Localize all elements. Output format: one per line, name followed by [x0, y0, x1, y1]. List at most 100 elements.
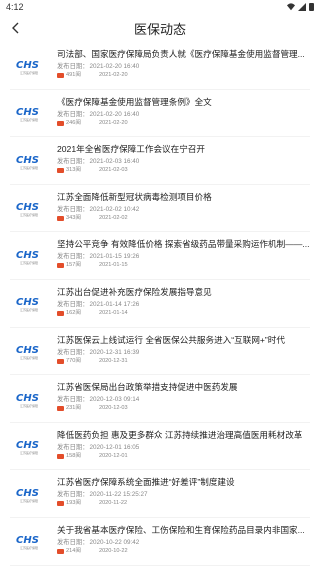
views-icon	[57, 263, 64, 269]
item-title[interactable]: 降低医药负担 惠及更多群众 江苏持续推进治理高值医用耗材改革	[57, 429, 310, 441]
app-header: 医保动态	[0, 14, 320, 42]
list-item[interactable]: CHS 江苏医疗保障 2021年全省医疗保障工作会议在宁召开 发布日期：2021…	[10, 137, 310, 185]
views-suffix: 阅	[75, 452, 81, 459]
views-suffix: 阅	[75, 262, 81, 269]
item-published: 发布日期：2020-10-22 09:42	[57, 538, 310, 547]
svg-text:CHS: CHS	[16, 297, 39, 307]
item-stats: 214 阅 2020-10-22	[57, 547, 310, 556]
thumbnail-caption: 江苏医疗保障	[19, 356, 38, 361]
item-stats: 157 阅 2021-01-15	[57, 261, 310, 270]
svg-text:CHS: CHS	[16, 488, 39, 498]
thumbnail-caption: 江苏医疗保障	[19, 213, 38, 218]
chs-logo-thumbnail: CHS 江苏医疗保障	[10, 286, 48, 322]
item-title[interactable]: 2021年全省医疗保障工作会议在宁召开	[57, 143, 310, 155]
item-title[interactable]: 江苏医保云上线试运行 全省医保公共服务进入“互联网+”时代	[57, 334, 310, 346]
published-datetime: 2021-01-14 17:26	[89, 300, 140, 308]
item-published: 发布日期：2021-02-20 16:40	[57, 110, 310, 119]
views-suffix: 阅	[75, 72, 81, 78]
view-count: 158	[66, 452, 76, 459]
chs-logo-icon: CHS	[16, 393, 39, 403]
item-body: 江苏省医疗保障系统全面推进“好差评”制度建设 发布日期：2020-11-22 1…	[57, 476, 310, 508]
item-body: 江苏全面降低新型冠状病毒检测项目价格 发布日期：2021-02-02 10:42…	[57, 191, 310, 223]
published-label: 发布日期：	[57, 253, 89, 261]
view-count: 246	[66, 119, 76, 126]
item-date: 2020-10-22	[98, 547, 128, 554]
svg-text:CHS: CHS	[16, 202, 39, 212]
item-stats: 231 阅 2020-12-03	[57, 404, 310, 413]
views-suffix: 阅	[75, 309, 81, 316]
thumbnail-caption: 江苏医疗保障	[19, 70, 38, 75]
item-body: 江苏出台促进补充医疗保险发展指导意见 发布日期：2021-01-14 17:26…	[57, 286, 310, 318]
svg-text:CHS: CHS	[16, 250, 39, 260]
news-list: CHS 江苏医疗保障 司法部、国家医疗保障局负责人就《医疗保障基金使用监督管理.…	[0, 42, 320, 566]
item-title[interactable]: 江苏出台促进补充医疗保险发展指导意见	[57, 286, 310, 298]
item-title[interactable]: 江苏全面降低新型冠状病毒检测项目价格	[57, 191, 310, 203]
thumbnail-caption: 江苏医疗保障	[19, 260, 38, 265]
views-suffix: 阅	[75, 547, 81, 554]
svg-text:CHS: CHS	[16, 393, 39, 403]
item-title[interactable]: 关于我省基本医疗保险、工伤保险和生育保险药品目录内非国家...	[57, 524, 310, 536]
views-suffix: 阅	[75, 119, 81, 126]
status-bar: 4:12	[0, 0, 320, 14]
list-item[interactable]: CHS 江苏医疗保障 坚持公平竞争 有效降低价格 探索省级药品带量采购运作机制—…	[10, 232, 310, 280]
chs-logo-icon: CHS	[16, 107, 39, 117]
chs-logo-thumbnail: CHS 江苏医疗保障	[10, 334, 48, 370]
item-date: 2021-02-02	[98, 214, 128, 221]
item-published: 发布日期：2021-02-20 16:40	[57, 62, 310, 71]
item-date: 2021-02-03	[98, 167, 128, 174]
views-suffix: 阅	[75, 500, 81, 507]
item-body: 司法部、国家医疗保障局负责人就《医疗保障基金使用监督管理... 发布日期：202…	[57, 48, 310, 80]
list-item[interactable]: CHS 江苏医疗保障 江苏省医保局出台政策举措支持促进中医药发展 发布日期：20…	[10, 375, 310, 423]
item-body: 江苏省医保局出台政策举措支持促进中医药发展 发布日期：2020-12-03 09…	[57, 381, 310, 413]
list-item[interactable]: CHS 江苏医疗保障 江苏全面降低新型冠状病毒检测项目价格 发布日期：2021-…	[10, 185, 310, 233]
thumbnail-caption: 江苏医疗保障	[19, 118, 38, 123]
item-body: 《医疗保障基金使用监督管理条例》全文 发布日期：2021-02-20 16:40…	[57, 96, 310, 128]
list-item[interactable]: CHS 江苏医疗保障 《医疗保障基金使用监督管理条例》全文 发布日期：2021-…	[10, 90, 310, 138]
item-stats: 193 阅 2020-11-22	[57, 499, 310, 508]
published-datetime: 2021-02-03 16:40	[89, 158, 140, 166]
list-item[interactable]: CHS 江苏医疗保障 江苏出台促进补充医疗保险发展指导意见 发布日期：2021-…	[10, 280, 310, 328]
views-icon	[57, 73, 64, 78]
chevron-left-icon	[12, 22, 19, 34]
thumbnail-caption: 江苏医疗保障	[19, 546, 38, 551]
list-item[interactable]: CHS 江苏医疗保障 司法部、国家医疗保障局负责人就《医疗保障基金使用监督管理.…	[10, 42, 310, 90]
chs-logo-icon: CHS	[16, 155, 39, 165]
published-label: 发布日期：	[57, 443, 89, 451]
item-title[interactable]: 江苏省医保局出台政策举措支持促进中医药发展	[57, 381, 310, 393]
list-item[interactable]: CHS 江苏医疗保障 江苏医保云上线试运行 全省医保公共服务进入“互联网+”时代…	[10, 328, 310, 376]
item-title[interactable]: 坚持公平竞争 有效降低价格 探索省级药品带量采购运作机制——...	[57, 238, 310, 250]
views-suffix: 阅	[75, 405, 81, 412]
back-button[interactable]	[6, 18, 26, 38]
chs-logo-icon: CHS	[16, 440, 39, 450]
published-datetime: 2020-12-31 16:39	[89, 348, 140, 356]
list-item[interactable]: CHS 江苏医疗保障 关于我省基本医疗保险、工伤保险和生育保险药品目录内非国家.…	[10, 518, 310, 566]
item-date: 2020-11-22	[98, 500, 128, 507]
chs-logo-thumbnail: CHS 江苏医疗保障	[10, 524, 48, 560]
item-body: 降低医药负担 惠及更多群众 江苏持续推进治理高值医用耗材改革 发布日期：2020…	[57, 429, 310, 461]
item-date: 2021-02-20	[98, 119, 128, 126]
item-stats: 491 阅 2021-02-20	[57, 71, 310, 80]
views-suffix: 阅	[75, 357, 81, 364]
item-title[interactable]: 江苏省医疗保障系统全面推进“好差评”制度建设	[57, 476, 310, 488]
chs-logo-icon: CHS	[16, 250, 39, 260]
item-title[interactable]: 司法部、国家医疗保障局负责人就《医疗保障基金使用监督管理...	[57, 48, 310, 60]
published-datetime: 2021-02-20 16:40	[89, 63, 140, 70]
views-icon	[57, 310, 64, 316]
item-stats: 246 阅 2021-02-20	[57, 119, 310, 128]
list-item[interactable]: CHS 江苏医疗保障 降低医药负担 惠及更多群众 江苏持续推进治理高值医用耗材改…	[10, 423, 310, 471]
item-published: 发布日期：2020-12-31 16:39	[57, 348, 310, 357]
view-count: 231	[66, 405, 76, 412]
item-date: 2021-01-14	[98, 309, 128, 316]
svg-text:CHS: CHS	[16, 535, 39, 545]
svg-text:CHS: CHS	[16, 107, 39, 117]
item-title[interactable]: 《医疗保障基金使用监督管理条例》全文	[57, 96, 310, 108]
item-published: 发布日期：2020-11-22 15:25:27	[57, 490, 310, 499]
published-label: 发布日期：	[57, 300, 89, 308]
chs-logo-icon: CHS	[16, 345, 39, 355]
view-count: 491	[66, 72, 76, 78]
published-label: 发布日期：	[57, 110, 89, 118]
status-time: 4:12	[6, 2, 24, 12]
view-count: 770	[66, 357, 76, 364]
list-item[interactable]: CHS 江苏医疗保障 江苏省医疗保障系统全面推进“好差评”制度建设 发布日期：2…	[10, 470, 310, 518]
chs-logo-thumbnail: CHS 江苏医疗保障	[10, 476, 48, 512]
